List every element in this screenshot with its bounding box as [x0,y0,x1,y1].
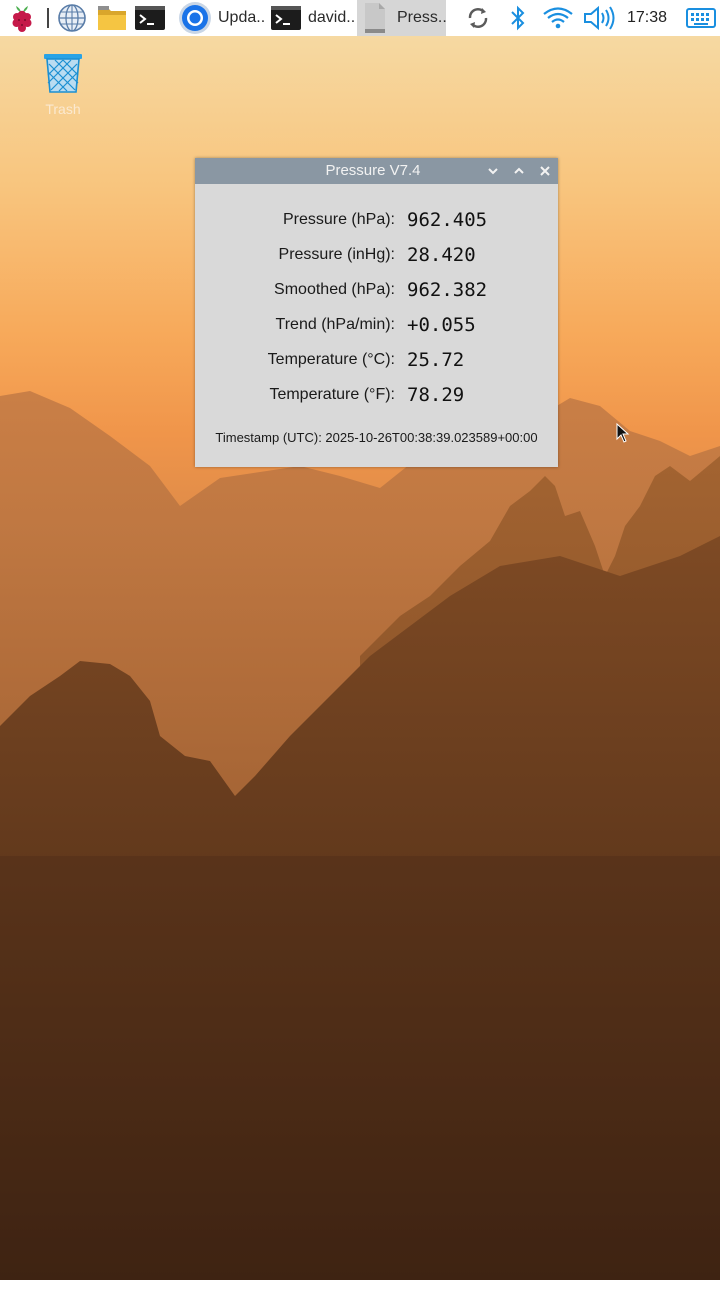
window-titlebar[interactable]: Pressure V7.4 [195,158,558,184]
mouse-cursor-icon [616,422,630,448]
reading-label: Pressure (hPa): [282,211,395,228]
terminal-icon[interactable] [134,0,168,36]
maximize-button[interactable] [511,163,527,179]
minimize-button[interactable] [485,163,501,179]
sync-icon[interactable] [464,0,494,36]
pressure-window: Pressure V7.4 Pressure (hPa): 962.405 Pr… [195,158,558,467]
bottom-strip [0,1280,720,1290]
reading-value: +0.055 [407,314,476,336]
reading-row: Pressure (hPa): 962.405 [195,206,558,236]
reading-value: 28.420 [407,244,476,266]
clock-text: 17:38 [627,9,668,26]
reading-row: Trend (hPa/min): +0.055 [195,311,558,341]
trash-desktop-icon[interactable]: Trash [36,52,90,117]
task-label: Press.. [397,9,447,26]
reading-value: 25.72 [407,349,465,371]
reading-value: 78.29 [407,384,465,406]
keyboard-icon[interactable] [686,0,718,36]
terminal-icon [270,4,302,32]
clock[interactable]: 17:38 [627,0,673,36]
reading-value: 962.405 [407,209,488,231]
close-button[interactable] [537,163,553,179]
volume-icon[interactable] [582,0,616,36]
chevron-up-icon [514,167,524,174]
trash-icon [41,52,85,99]
taskbar: Upda.. david.. Press.. 17:38 [0,0,720,36]
reading-label: Pressure (inHg): [278,246,395,263]
reading-value: 962.382 [407,279,488,301]
task-button-pressure[interactable]: Press.. [357,0,447,36]
task-label: david.. [308,9,356,26]
reading-row: Smoothed (hPa): 962.382 [195,276,558,306]
bluetooth-icon[interactable] [508,0,530,36]
reading-row: Pressure (inHg): 28.420 [195,241,558,271]
chevron-down-icon [488,168,498,175]
reading-row: Temperature (°C): 25.72 [195,346,558,376]
reading-label: Temperature (°C): [267,351,395,368]
chromium-icon [178,1,212,35]
web-browser-icon[interactable] [57,0,91,36]
taskbar-separator [47,0,51,36]
reading-label: Trend (hPa/min): [275,316,395,333]
task-button-update[interactable]: Upda.. [178,0,266,36]
reading-label: Smoothed (hPa): [274,281,395,298]
timestamp-text: Timestamp (UTC): 2025-10-26T00:38:39.023… [215,430,538,445]
reading-row: Temperature (°F): 78.29 [195,381,558,411]
task-label: Upda.. [218,9,266,26]
reading-label: Temperature (°F): [269,386,395,403]
raspberry-menu-icon[interactable] [8,0,42,36]
wifi-icon[interactable] [542,0,574,36]
task-button-terminal[interactable]: david.. [270,0,356,36]
close-icon [540,166,550,176]
trash-label: Trash [45,101,81,117]
document-icon [363,2,387,34]
file-manager-icon[interactable] [96,0,130,36]
